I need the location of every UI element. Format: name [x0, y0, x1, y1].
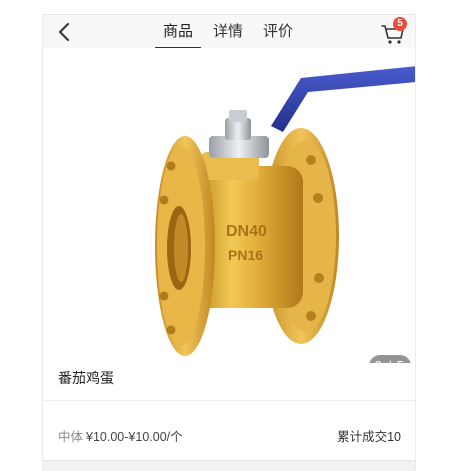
back-button[interactable] — [55, 22, 75, 42]
cart-count-badge: 5 — [393, 17, 407, 31]
product-title: 番茄鸡蛋 — [58, 370, 114, 386]
indicator-separator: / — [388, 358, 393, 363]
sales-count: 累计成交10 — [337, 430, 401, 444]
chevron-left-icon — [59, 23, 69, 41]
price-range: ¥10.00-¥10.00/个 — [86, 430, 183, 444]
price-label: 中体 — [58, 430, 84, 444]
divider — [43, 400, 415, 401]
cart-button[interactable]: 5 — [381, 17, 407, 45]
tab-reviews[interactable]: 评价 — [253, 15, 303, 49]
indicator-total: 5 — [397, 358, 405, 363]
image-page-indicator: 2 / 5 — [368, 355, 411, 363]
section-separator — [43, 460, 415, 471]
indicator-current: 2 — [375, 358, 383, 363]
product-page: 商品 详情 评价 5 DN40 PN16 番茄鸡蛋 中体 ¥10.00-¥10.… — [42, 14, 416, 471]
tab-details[interactable]: 详情 — [203, 15, 253, 49]
top-nav-bar: 商品 详情 评价 5 — [43, 14, 415, 49]
tab-product[interactable]: 商品 — [153, 15, 203, 49]
valve-marking-pn: PN16 — [228, 247, 263, 263]
product-image: DN40 PN16 — [155, 66, 415, 356]
price-row: 中体 ¥10.00-¥10.00/个 — [58, 426, 183, 445]
valve-marking-dn: DN40 — [226, 223, 267, 240]
tab-bar: 商品 详情 评价 — [153, 15, 303, 49]
product-image-carousel[interactable]: DN40 PN16 2 / 5 — [43, 48, 415, 363]
